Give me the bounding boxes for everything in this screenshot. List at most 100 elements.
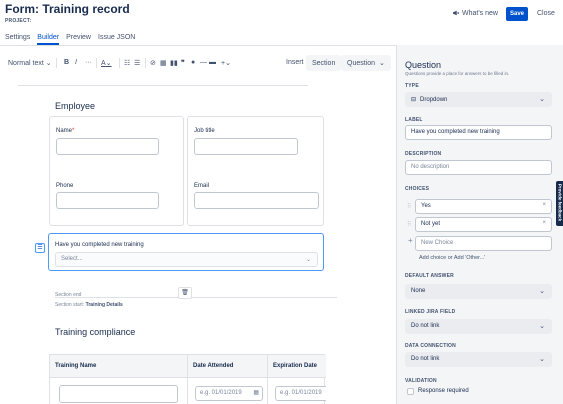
tab-builder[interactable]: Builder <box>37 34 60 45</box>
choice-input-not-yet[interactable]: Not yet × <box>415 217 552 232</box>
tabs-divider <box>0 45 400 46</box>
date-placeholder: e.g. 01/01/2019 <box>200 390 242 396</box>
add-choice-link[interactable]: Add choice <box>419 255 446 261</box>
table-header-training-name: Training Name <box>50 355 188 377</box>
default-answer-select[interactable]: None ⌄ <box>405 284 552 299</box>
drag-handle-icon[interactable]: ⠿ <box>407 203 411 210</box>
table-header-expiration-date: Expiration Date <box>268 355 326 377</box>
add-choice-links: Add choice or Add 'Other...' <box>419 255 485 261</box>
divider-icon[interactable]: — <box>200 59 207 66</box>
info-icon[interactable]: ● <box>191 59 195 66</box>
tab-settings[interactable]: Settings <box>5 34 30 45</box>
page-title: Form: Training record <box>5 2 130 16</box>
type-label: TYPE <box>405 83 419 89</box>
table-cell: e.g. 01/01/2019 ▦ <box>188 377 268 404</box>
question-drag-handle-icon[interactable]: ☰ <box>35 243 45 253</box>
data-connection-label: DATA CONNECTION <box>405 343 456 349</box>
chevron-down-icon: ⌄ <box>539 323 545 330</box>
date-attended-input[interactable]: e.g. 01/01/2019 ▦ <box>195 386 263 401</box>
field-group-left: Name* Phone <box>49 116 184 226</box>
add-choice-or: or <box>447 255 453 261</box>
phone-input[interactable] <box>56 192 159 209</box>
table-icon[interactable]: ▦ <box>160 59 167 67</box>
default-answer-value: None <box>411 288 426 294</box>
choice-text: Yes <box>421 203 431 209</box>
field-group-right: Job title Email <box>187 116 324 226</box>
linked-jira-select[interactable]: Do not link ⌄ <box>405 319 552 334</box>
default-answer-label: DEFAULT ANSWER <box>405 273 454 279</box>
training-table: Training Name Date Attended Expiration D… <box>49 354 326 404</box>
new-choice-input[interactable]: New Choice <box>415 236 552 251</box>
label-input[interactable]: Have you completed new training <box>405 125 552 140</box>
type-select[interactable]: ⊟ Dropdown ⌄ <box>405 92 552 107</box>
editor-toolbar: Normal text ⌄ B I ··· A⌄ ☷ ☰ ⊘ ▦ ▮▮ ❞ ● … <box>0 53 393 73</box>
table-header-date-attended: Date Attended <box>188 355 268 377</box>
bold-button[interactable]: B <box>64 59 69 66</box>
save-button[interactable]: Save <box>506 7 528 21</box>
type-value: Dropdown <box>420 97 448 103</box>
question-properties-panel: Question Questions provide a place for a… <box>396 45 563 404</box>
label-label: LABEL <box>405 117 423 123</box>
tab-issue-json[interactable]: Issue JSON <box>98 34 135 45</box>
section-start-prefix: Section start: <box>55 302 85 308</box>
more-formatting-button[interactable]: ··· <box>85 59 92 66</box>
quote-icon[interactable]: ❞ <box>181 59 185 67</box>
linked-jira-value: Do not link <box>411 323 440 329</box>
name-label-text: Name <box>56 128 73 134</box>
code-icon[interactable]: ▬ <box>209 59 216 66</box>
job-title-input[interactable] <box>194 138 298 155</box>
question-dropdown-preview[interactable]: Select... ⌄ <box>55 252 318 267</box>
close-button[interactable]: Close <box>537 10 555 17</box>
header: Form: Training record PROJECT: What's ne… <box>0 0 563 30</box>
email-input[interactable] <box>194 192 319 209</box>
section-start-label: Section start: Training Details <box>55 302 123 308</box>
insert-label: Insert <box>286 59 304 66</box>
expiration-date-input[interactable]: e.g. 01/01/2019 <box>275 386 326 401</box>
chevron-down-icon: ⌄ <box>45 60 52 67</box>
choice-input-yes[interactable]: Yes × <box>415 199 552 214</box>
bullet-list-icon[interactable]: ☷ <box>124 59 130 67</box>
question-label: Have you completed new training <box>55 242 144 248</box>
section-title-employee: Employee <box>55 101 96 111</box>
date-placeholder: e.g. 01/01/2019 <box>280 390 322 396</box>
whats-new-link[interactable]: What's new <box>452 10 498 17</box>
remove-choice-icon[interactable]: × <box>542 220 546 226</box>
columns-icon[interactable]: ▮▮ <box>170 59 178 67</box>
insert-section-button[interactable]: Section <box>306 55 342 71</box>
description-input[interactable]: No description <box>405 160 552 175</box>
link-icon[interactable]: ⊘ <box>150 59 156 67</box>
drag-handle-icon[interactable]: ⠿ <box>407 221 411 228</box>
remove-choice-icon[interactable]: × <box>542 202 546 208</box>
question-card-selected[interactable]: Have you completed new training Select..… <box>48 233 324 271</box>
tab-preview[interactable]: Preview <box>66 34 91 45</box>
name-input[interactable] <box>56 138 159 155</box>
select-placeholder: Select... <box>61 256 83 262</box>
dropdown-type-icon: ⊟ <box>411 97 417 103</box>
section-end-line <box>55 297 337 298</box>
data-connection-select[interactable]: Do not link ⌄ <box>405 352 552 367</box>
response-required-checkbox[interactable] <box>407 388 414 395</box>
text-style-dropdown[interactable]: Normal text ⌄ <box>8 59 52 67</box>
required-marker: * <box>72 128 75 134</box>
plus-insert-icon[interactable]: +⌄ <box>221 59 231 67</box>
chevron-down-icon: ⌄ <box>539 96 545 103</box>
name-field-label: Name* <box>56 128 74 134</box>
numbered-list-icon[interactable]: ☰ <box>134 59 140 67</box>
add-other-link[interactable]: Add 'Other...' <box>454 255 485 261</box>
training-name-input[interactable] <box>59 385 178 403</box>
text-color-button[interactable]: A⌄ <box>101 59 112 67</box>
megaphone-icon <box>453 10 459 16</box>
toolbar-divider <box>56 58 57 68</box>
insert-question-button[interactable]: Question ⌄ <box>341 55 391 71</box>
plus-icon: + <box>408 236 413 245</box>
italic-button[interactable]: I <box>75 59 77 66</box>
section-title-training: Training compliance <box>55 327 136 337</box>
data-connection-value: Do not link <box>411 356 440 362</box>
trash-icon[interactable]: 🗑 <box>178 287 192 299</box>
tab-bar: Settings Builder Preview Issue JSON <box>5 34 135 45</box>
chevron-down-icon: ⌄ <box>539 356 545 363</box>
provide-feedback-tab[interactable]: Provide feedback <box>556 181 563 226</box>
chevron-down-icon: ⌄ <box>379 60 385 67</box>
text-style-label: Normal text <box>8 60 44 67</box>
description-label: DESCRIPTION <box>405 151 442 157</box>
